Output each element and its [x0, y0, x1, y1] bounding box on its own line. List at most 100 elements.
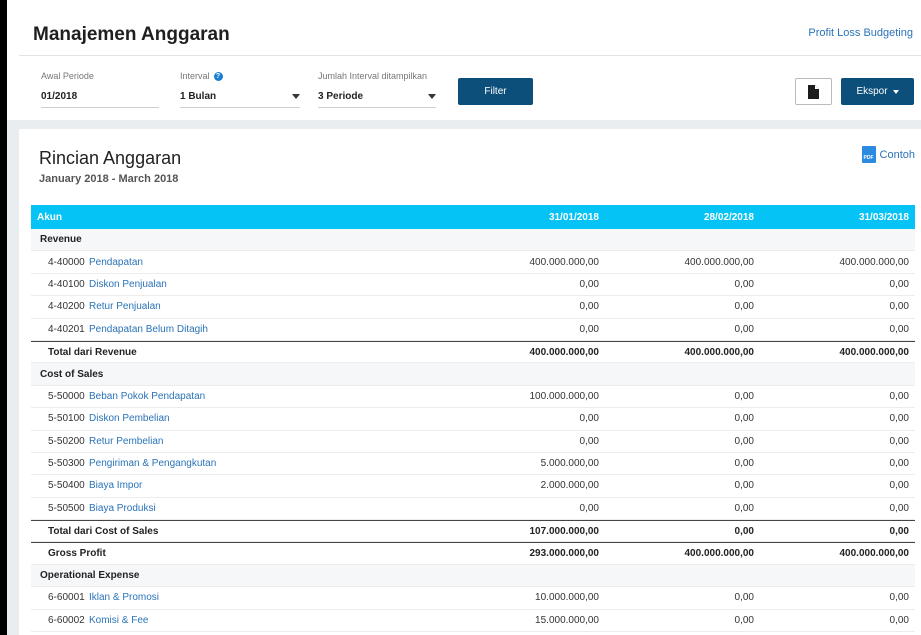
column-header-period-2: 28/02/2018	[703, 211, 754, 223]
table-row: 4-40200 Retur Penjualan 0,00 0,00 0,00	[31, 296, 915, 319]
table-row: 5-50000 Beban Pokok Pendapatan 100.000.000…	[31, 386, 915, 409]
amount-cell: 0,00	[734, 301, 754, 313]
account-cell: 4-40200 Retur Penjualan	[31, 301, 450, 312]
account-name-link[interactable]: Biaya Produksi	[89, 503, 450, 514]
table-row: 4-40100 Diskon Penjualan 0,00 0,00 0,00	[31, 274, 915, 297]
jumlah-interval-field[interactable]: Jumlah Interval ditampilkan 3 Periode	[318, 71, 436, 108]
amount-cell: 400.000.000,00	[529, 346, 599, 358]
chevron-down-icon	[292, 94, 300, 100]
amount-cell: 0,00	[889, 413, 909, 425]
amount-cell: 400.000.000,00	[684, 346, 754, 358]
account-cell: 4-40100 Diskon Penjualan	[31, 279, 450, 290]
interval-field[interactable]: Interval? 1 Bulan	[180, 71, 300, 109]
awal-periode-label: Awal Periode	[41, 71, 94, 81]
document-button[interactable]	[795, 78, 832, 105]
table-row: 5-50400 Biaya Impor 2.000.000,00 0,00 0,00	[31, 475, 915, 498]
amount-cell: 400.000.000,00	[684, 548, 754, 560]
amount-cell: 400.000.000,00	[839, 346, 909, 358]
amount-cell: 0,00	[889, 525, 909, 537]
total-row: Total dari Revenue 400.000.000,00 400.000.…	[31, 340, 915, 364]
total-label: Total dari Revenue	[48, 346, 137, 358]
amount-cell: 0,00	[734, 592, 754, 604]
account-name-link[interactable]: Diskon Pembelian	[89, 413, 450, 424]
filter-button[interactable]: Filter	[458, 78, 533, 105]
account-name-link[interactable]: Iklan & Promosi	[89, 592, 450, 603]
account-cell: 5-50500 Biaya Produksi	[31, 503, 450, 514]
amount-cell: 0,00	[889, 390, 909, 402]
account-code: 5-50300	[48, 458, 85, 470]
amount-cell: 107.000.000,00	[529, 525, 599, 537]
account-code: 5-50000	[48, 390, 85, 402]
total-label: Gross Profit	[48, 548, 106, 560]
account-code: 4-40200	[48, 301, 85, 313]
amount-cell: 0,00	[734, 435, 754, 447]
account-name-link[interactable]: Diskon Penjualan	[89, 279, 450, 290]
account-name-link[interactable]: Retur Pembelian	[89, 436, 450, 447]
jumlah-interval-select[interactable]: 3 Periode	[318, 91, 436, 108]
amount-cell: 0,00	[889, 323, 909, 335]
section-label: Operational Expense	[40, 570, 140, 582]
amount-cell: 0,00	[889, 502, 909, 514]
account-name-link[interactable]: Pendapatan	[89, 257, 450, 268]
budget-table: Akun 31/01/2018 28/02/2018 31/03/2018 Re…	[31, 205, 915, 633]
total-row: Gross Profit 293.000.000,00 400.000.000,00…	[31, 542, 915, 565]
amount-cell: 0,00	[889, 301, 909, 313]
amount-cell: 0,00	[579, 435, 599, 447]
help-icon[interactable]: ?	[213, 72, 223, 82]
amount-cell: 0,00	[734, 458, 754, 470]
chevron-down-icon	[428, 94, 436, 99]
total-label: Total dari Cost of Sales	[48, 525, 159, 537]
table-row: 5-50300 Pengiriman & Pengangkutan 5.000.00…	[31, 453, 915, 476]
amount-cell: 0,00	[579, 502, 599, 514]
account-cell: 6-60002 Komisi & Fee	[31, 615, 450, 626]
amount-cell: 293.000.000,00	[529, 548, 599, 560]
interval-label: Interval	[180, 71, 210, 81]
amount-cell: 0,00	[734, 525, 754, 537]
amount-cell: 0,00	[579, 413, 599, 425]
amount-cell: 0,00	[889, 614, 909, 626]
account-name-link[interactable]: Pengiriman & Pengangkutan	[89, 458, 450, 469]
awal-periode-input[interactable]: 01/2018	[41, 91, 159, 108]
interval-select[interactable]: 1 Bulan	[180, 91, 300, 109]
account-name-link[interactable]: Pendapatan Belum Ditagih	[89, 324, 450, 335]
report-period: January 2018 - March 2018	[39, 173, 179, 185]
amount-cell: 400.000.000,00	[684, 256, 754, 268]
profit-loss-budgeting-link[interactable]: Profit Loss Budgeting	[808, 27, 913, 39]
amount-cell: 2.000.000,00	[540, 480, 599, 492]
account-code: 4-40000	[48, 256, 85, 268]
amount-cell: 0,00	[734, 502, 754, 514]
amount-cell: 0,00	[734, 323, 754, 335]
account-code: 4-40201	[48, 323, 85, 335]
amount-cell: 0,00	[579, 301, 599, 313]
amount-cell: 0,00	[889, 435, 909, 447]
interval-value: 1 Bulan	[180, 91, 217, 103]
filter-bar: Awal Periode 01/2018 Interval? 1 Bulan J…	[19, 56, 921, 120]
section-row: Operational Expense	[31, 564, 915, 588]
amount-cell: 0,00	[734, 480, 754, 492]
contoh-pdf-link[interactable]: Contoh	[861, 146, 915, 163]
table-header: Akun 31/01/2018 28/02/2018 31/03/2018	[31, 205, 915, 229]
pdf-icon	[861, 146, 876, 163]
ekspor-button[interactable]: Ekspor	[841, 78, 914, 105]
account-name-link[interactable]: Beban Pokok Pendapatan	[89, 391, 450, 402]
account-name-link[interactable]: Retur Penjualan	[89, 301, 450, 312]
account-cell: 5-50300 Pengiriman & Pengangkutan	[31, 458, 450, 469]
amount-cell: 0,00	[734, 278, 754, 290]
chevron-down-icon	[892, 89, 899, 94]
account-code: 5-50500	[48, 502, 85, 514]
amount-cell: 0,00	[889, 458, 909, 470]
amount-cell: 0,00	[734, 614, 754, 626]
amount-cell: 100.000.000,00	[529, 390, 599, 402]
amount-cell: 0,00	[579, 323, 599, 335]
account-code: 6-60002	[48, 614, 85, 626]
total-row: Total dari Cost of Sales 107.000.000,00 0,…	[31, 520, 915, 543]
account-name-link[interactable]: Komisi & Fee	[89, 615, 450, 626]
awal-periode-field[interactable]: Awal Periode 01/2018	[41, 71, 159, 108]
account-name-link[interactable]: Biaya Impor	[89, 480, 450, 491]
document-icon	[808, 84, 819, 99]
contoh-label: Contoh	[879, 148, 915, 161]
account-code: 5-50400	[48, 480, 85, 492]
account-code: 4-40100	[48, 278, 85, 290]
table-body: Revenue 4-40000 Pendapatan 400.000.000,00 40…	[31, 229, 915, 633]
amount-cell: 0,00	[889, 480, 909, 492]
